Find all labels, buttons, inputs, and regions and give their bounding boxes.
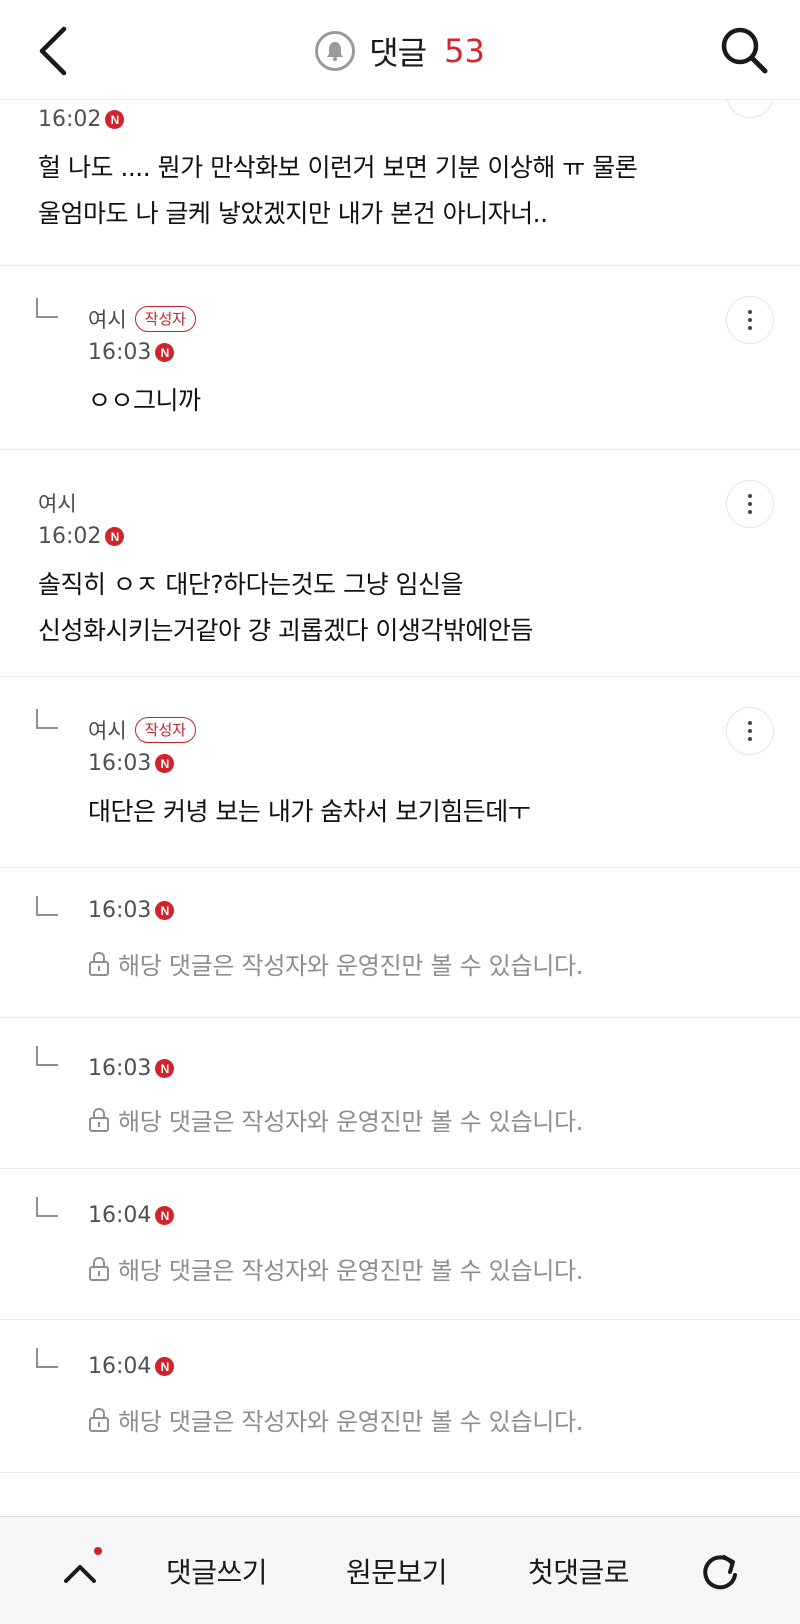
reply-arrow-icon <box>36 298 58 318</box>
author-badge: 작성자 <box>134 306 197 332</box>
private-notice-text: 해당 댓글은 작성자와 운영진만 볼 수 있습니다. <box>118 1408 584 1436</box>
comment-text-line: 신성화시키는거같아 걍 괴롭겠다 이생각밖에안듬 <box>38 616 533 645</box>
comment-meta: 16:03 N <box>88 898 175 923</box>
author-badge: 작성자 <box>134 717 197 743</box>
private-reply-item: 16:03 N 해당 댓글은 작성자와 운영진만 볼 수 있습니다. <box>0 868 800 1018</box>
new-badge: N <box>105 110 125 129</box>
more-vertical-icon <box>748 721 752 741</box>
view-original-button[interactable]: 원문보기 <box>346 1551 448 1591</box>
page-title: 댓글 <box>369 34 427 72</box>
comment-more-button[interactable] <box>726 707 774 755</box>
reply-arrow-icon <box>36 709 58 729</box>
reply-item: 여시 작성자 16:03 N 대단은 커녕 보는 내가 숨차서 보기힘든데ㅜ <box>0 677 800 868</box>
more-vertical-icon <box>748 494 752 514</box>
comment-text: 대단은 커녕 보는 내가 숨차서 보기힘든데ㅜ <box>88 789 531 835</box>
comment-meta: 16:03 N <box>88 340 175 365</box>
private-notice-text: 해당 댓글은 작성자와 운영진만 볼 수 있습니다. <box>118 1257 584 1285</box>
comment-meta: 16:02 N <box>38 107 125 132</box>
new-badge: N <box>155 1059 175 1078</box>
top-bar: 댓글 53 <box>0 0 800 100</box>
new-badge: N <box>155 1357 175 1376</box>
comment-time: 16:03 <box>88 898 152 923</box>
reply-arrow-icon <box>36 1348 58 1368</box>
header-title-group: 댓글 53 <box>0 28 800 74</box>
reply-arrow-icon <box>36 896 58 916</box>
comment-author[interactable]: 여시 <box>88 304 127 334</box>
comment-time: 16:03 <box>88 340 152 365</box>
comment-text-line: 울엄마도 나 글케 낳았겠지만 내가 본건 아니자너.. <box>38 199 548 228</box>
private-reply-item: 16:03 N 해당 댓글은 작성자와 운영진만 볼 수 있습니다. <box>0 1018 800 1169</box>
more-vertical-icon <box>748 310 752 330</box>
comment-meta: 16:02 N <box>38 524 125 549</box>
comment-text-line: 대단은 커녕 보는 내가 숨차서 보기힘든데ㅜ <box>88 797 531 826</box>
lock-icon <box>89 951 109 976</box>
new-badge: N <box>155 343 175 362</box>
lock-icon <box>89 1256 109 1281</box>
write-comment-button[interactable]: 댓글쓰기 <box>166 1551 268 1591</box>
comment-time: 16:02 <box>38 107 102 132</box>
private-notice: 해당 댓글은 작성자와 운영진만 볼 수 있습니다. <box>88 946 583 981</box>
comment-time: 16:03 <box>88 1056 152 1081</box>
private-notice: 해당 댓글은 작성자와 운영진만 볼 수 있습니다. <box>88 1402 583 1437</box>
comment-author-row: 여시 작성자 <box>88 715 197 745</box>
scroll-top-button[interactable] <box>58 1553 102 1593</box>
comment-time: 16:03 <box>88 751 152 776</box>
private-notice-text: 해당 댓글은 작성자와 운영진만 볼 수 있습니다. <box>118 1108 584 1136</box>
chevron-up-icon <box>64 1565 96 1583</box>
reply-item: 여시 작성자 16:03 N ㅇㅇ그니까 <box>0 266 800 450</box>
comment-text: ㅇㅇ그니까 <box>88 378 201 424</box>
comment-time: 16:04 <box>88 1203 152 1228</box>
reply-arrow-icon <box>36 1046 58 1066</box>
comment-author[interactable]: 여시 <box>38 488 77 518</box>
comment-author-row: 여시 작성자 <box>88 304 197 334</box>
reply-arrow-icon <box>36 1197 58 1217</box>
lock-icon <box>89 1407 109 1432</box>
comment-author[interactable]: 여시 <box>88 715 127 745</box>
comment-text-line: ㅇㅇ그니까 <box>88 386 201 415</box>
comment-item: 16:02 N 헐 나도 .... 뭔가 만삭화보 이런거 보면 기분 이상해 … <box>0 100 800 266</box>
comment-meta: 16:04 N <box>88 1354 175 1379</box>
search-icon <box>721 27 768 74</box>
comment-more-button[interactable] <box>726 296 774 344</box>
new-badge: N <box>155 754 175 773</box>
notification-toggle[interactable] <box>315 31 356 71</box>
comment-meta: 16:03 N <box>88 751 175 776</box>
new-badge: N <box>155 901 175 920</box>
private-notice-text: 해당 댓글은 작성자와 운영진만 볼 수 있습니다. <box>118 952 584 980</box>
bell-icon <box>327 42 344 62</box>
new-badge: N <box>155 1206 175 1225</box>
comment-author-row: 여시 <box>38 488 77 518</box>
unread-dot <box>94 1547 102 1555</box>
comment-more-button[interactable] <box>726 100 774 118</box>
comment-time: 16:04 <box>88 1354 152 1379</box>
comment-meta: 16:03 N <box>88 1056 175 1081</box>
first-comment-button[interactable]: 첫댓글로 <box>528 1551 630 1591</box>
comment-text-line: 헐 나도 .... 뭔가 만삭화보 이런거 보면 기분 이상해 ㅠ 물론 <box>38 153 638 182</box>
lock-icon <box>89 1107 109 1132</box>
comment-list[interactable]: 16:02 N 헐 나도 .... 뭔가 만삭화보 이런거 보면 기분 이상해 … <box>0 100 800 1516</box>
new-badge: N <box>105 527 125 546</box>
refresh-icon <box>703 1555 737 1590</box>
private-notice: 해당 댓글은 작성자와 운영진만 볼 수 있습니다. <box>88 1102 583 1137</box>
comment-text: 헐 나도 .... 뭔가 만삭화보 이런거 보면 기분 이상해 ㅠ 물론 울엄마… <box>38 145 638 237</box>
bottom-action-bar: 댓글쓰기 원문보기 첫댓글로 <box>0 1516 800 1624</box>
comment-text-line: 솔직히 ㅇㅈ 대단?하다는것도 그냥 임신을 <box>38 570 464 599</box>
comment-more-button[interactable] <box>726 480 774 528</box>
comment-item: 여시 16:02 N 솔직히 ㅇㅈ 대단?하다는것도 그냥 임신을 신성화시키는… <box>0 450 800 677</box>
private-reply-item: 16:04 N 해당 댓글은 작성자와 운영진만 볼 수 있습니다. <box>0 1169 800 1320</box>
private-reply-item: 16:04 N 해당 댓글은 작성자와 운영진만 볼 수 있습니다. <box>0 1320 800 1473</box>
search-button[interactable] <box>718 24 770 76</box>
private-notice: 해당 댓글은 작성자와 운영진만 볼 수 있습니다. <box>88 1251 583 1286</box>
comment-meta: 16:04 N <box>88 1203 175 1228</box>
comment-text: 솔직히 ㅇㅈ 대단?하다는것도 그냥 임신을 신성화시키는거같아 걍 괴롭겠다 … <box>38 562 533 654</box>
comment-count: 53 <box>444 32 485 70</box>
refresh-button[interactable] <box>696 1549 744 1597</box>
comment-time: 16:02 <box>38 524 102 549</box>
